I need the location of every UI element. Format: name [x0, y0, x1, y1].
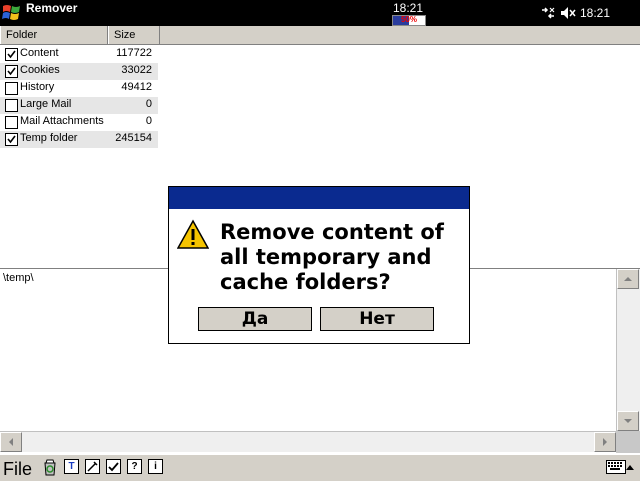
warning-icon	[177, 219, 209, 249]
table-row[interactable]: Temp folder 245154	[0, 131, 158, 148]
row-size: 117722	[116, 47, 152, 59]
recycle-bin-icon[interactable]	[42, 458, 58, 476]
scrollbar-corner	[616, 431, 640, 453]
speaker-muted-icon[interactable]	[560, 5, 576, 21]
row-checkbox[interactable]	[5, 99, 18, 112]
arrow-right-icon	[603, 438, 607, 446]
vertical-scrollbar[interactable]	[616, 269, 640, 431]
column-header-folder[interactable]: Folder	[0, 26, 108, 44]
scroll-up-button[interactable]	[617, 269, 639, 289]
row-checkbox[interactable]	[5, 133, 18, 146]
yes-button[interactable]: Да	[198, 307, 312, 331]
row-checkbox[interactable]	[5, 82, 18, 95]
horizontal-scrollbar[interactable]	[0, 431, 616, 452]
table-row[interactable]: Mail Attachments 0	[0, 114, 158, 131]
check-icon[interactable]	[106, 459, 121, 474]
input-panel-arrow-icon[interactable]	[626, 465, 634, 470]
row-size: 49412	[121, 81, 152, 93]
row-checkbox[interactable]	[5, 65, 18, 78]
checkmark-icon	[7, 67, 16, 76]
row-folder-name: Cookies	[20, 64, 60, 76]
checkmark-icon	[7, 50, 16, 59]
checkmark-icon	[7, 135, 16, 144]
path-text: \temp\	[3, 272, 34, 284]
row-size: 245154	[115, 132, 152, 144]
app-title: Remover	[26, 1, 78, 15]
tray-clock[interactable]: 18:21	[580, 6, 610, 20]
row-folder-name: Content	[20, 47, 59, 59]
dialog-message: Remove content of all temporary and cach…	[220, 220, 444, 294]
table-row[interactable]: Content 117722	[0, 46, 158, 63]
connectivity-icon[interactable]	[540, 6, 556, 20]
arrow-down-icon	[624, 419, 632, 423]
table-row[interactable]: Cookies 33022	[0, 63, 158, 80]
scroll-left-button[interactable]	[0, 432, 22, 452]
menu-bar: File T ? i	[0, 454, 640, 481]
file-menu[interactable]: File	[3, 459, 32, 480]
arrow-left-icon	[9, 438, 13, 446]
row-folder-name: Large Mail	[20, 98, 72, 110]
row-checkbox[interactable]	[5, 116, 18, 129]
row-folder-name: Mail Attachments	[20, 115, 104, 127]
title-bar: Remover 18:21 50% 18:21	[0, 0, 640, 26]
help-icon[interactable]: ?	[127, 459, 142, 474]
no-button[interactable]: Нет	[320, 307, 434, 331]
arrow-up-icon	[624, 277, 632, 281]
keyboard-icon[interactable]	[606, 460, 626, 474]
clock-time: 18:21	[392, 1, 424, 15]
battery-label: 50%	[400, 15, 417, 24]
row-checkbox[interactable]	[5, 48, 18, 61]
scroll-down-button[interactable]	[617, 411, 639, 431]
scroll-right-button[interactable]	[594, 432, 616, 452]
row-folder-name: Temp folder	[20, 132, 78, 144]
table-row[interactable]: Large Mail 0	[0, 97, 158, 114]
row-folder-name: History	[20, 81, 55, 93]
windows-start-icon[interactable]	[2, 3, 22, 23]
row-size: 0	[145, 115, 152, 127]
info-icon[interactable]: i	[148, 459, 163, 474]
battery-indicator: 50%	[392, 15, 426, 26]
table-row[interactable]: History 49412	[0, 80, 158, 97]
row-size: 33022	[121, 64, 152, 76]
column-header: Folder Size	[0, 26, 640, 45]
confirm-dialog: Remove content of all temporary and cach…	[168, 186, 470, 344]
text-icon[interactable]: T	[64, 459, 79, 474]
row-size: 0	[145, 98, 152, 110]
column-header-size[interactable]: Size	[108, 26, 160, 44]
dialog-title-bar	[169, 187, 469, 209]
tools-icon[interactable]	[85, 459, 100, 474]
